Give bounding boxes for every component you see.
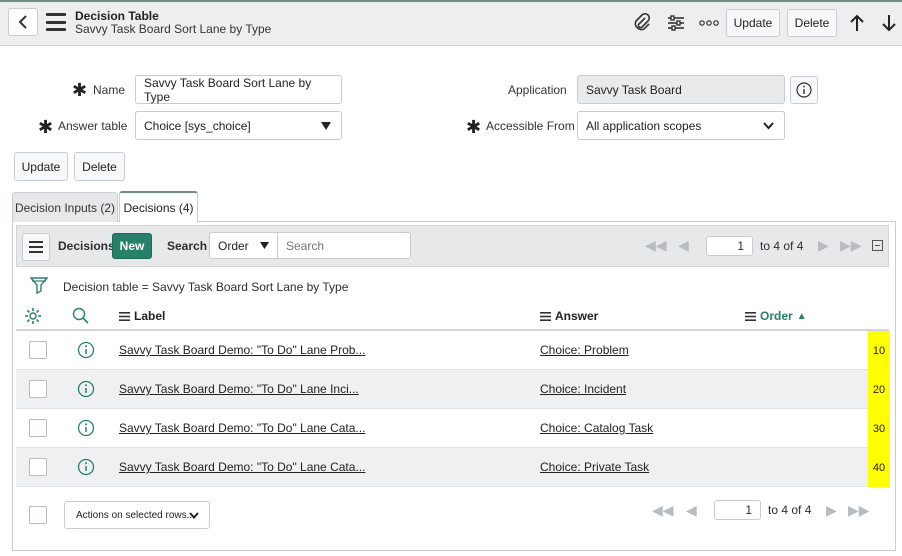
application-label: Application (508, 83, 567, 97)
column-answer-header[interactable]: Answer (540, 309, 598, 323)
application-info-button[interactable] (790, 76, 818, 104)
row-order-value: 40 (868, 448, 890, 487)
answer-table-select[interactable]: Choice [sys_choice] (135, 111, 342, 140)
row-answer-link[interactable]: Choice: Catalog Task (540, 421, 653, 435)
row-label-link[interactable]: Savvy Task Board Demo: "To Do" Lane Prob… (119, 343, 365, 357)
search-field-value: Order (218, 238, 249, 253)
back-button[interactable] (8, 8, 38, 36)
actions-select[interactable]: Actions on selected rows... (64, 501, 210, 529)
list-context-menu-button[interactable] (22, 233, 50, 261)
form-update-button[interactable]: Update (14, 152, 68, 181)
column-answer-text: Answer (555, 309, 599, 323)
footer-previous-page-icon[interactable]: ◀ (686, 502, 697, 519)
row-checkbox[interactable] (29, 380, 47, 398)
arrow-down-icon[interactable] (878, 12, 900, 34)
column-menu-icon (540, 311, 551, 321)
accessible-from-value: All application scopes (586, 118, 702, 133)
paperclip-icon[interactable] (631, 12, 653, 34)
required-icon: ✱ (72, 80, 88, 100)
footer-last-page-icon[interactable]: ▶▶ (848, 502, 870, 519)
chevron-left-icon (18, 15, 27, 29)
footer-page-number-input[interactable]: 1 (714, 500, 761, 520)
row-info-icon[interactable] (77, 380, 95, 401)
page-range: to 4 of 4 (760, 239, 804, 253)
row-order-value: 10 (868, 331, 890, 370)
page-title: Decision Table (75, 9, 159, 23)
tab-decisions[interactable]: Decisions (4) (119, 191, 198, 222)
name-field[interactable]: Savvy Task Board Sort Lane by Type (135, 75, 342, 104)
row-checkbox[interactable] (29, 341, 47, 359)
caret-down-icon (260, 242, 269, 249)
accessible-from-select[interactable]: All application scopes (577, 111, 785, 140)
search-field-select[interactable]: Order (209, 232, 278, 259)
row-answer-link[interactable]: Choice: Incident (540, 382, 626, 396)
row-order-value: 30 (868, 409, 890, 448)
page-number-input[interactable]: 1 (706, 236, 753, 256)
search-icon[interactable] (72, 307, 90, 328)
footer-next-page-icon[interactable]: ▶ (826, 502, 837, 519)
required-icon: ✱ (38, 117, 54, 137)
column-order-text: Order (760, 309, 793, 323)
search-input[interactable] (277, 232, 411, 259)
form-delete-button[interactable]: Delete (74, 152, 125, 181)
header-update-button[interactable]: Update (726, 9, 780, 37)
column-menu-icon (119, 311, 130, 321)
column-label-header[interactable]: Label (119, 309, 165, 323)
row-label-link[interactable]: Savvy Task Board Demo: "To Do" Lane Cata… (119, 421, 365, 435)
filter-breadcrumb[interactable]: Decision table = Savvy Task Board Sort L… (63, 280, 348, 294)
required-icon: ✱ (466, 117, 482, 137)
chevron-down-icon (189, 512, 199, 519)
chevron-down-icon (763, 122, 774, 130)
row-checkbox[interactable] (29, 419, 47, 437)
first-page-icon[interactable]: ◀◀ (645, 237, 667, 254)
answer-table-value: Choice [sys_choice] (144, 118, 251, 133)
column-label-text: Label (134, 309, 166, 323)
info-icon (796, 82, 812, 98)
arrow-up-icon[interactable] (846, 12, 868, 34)
application-field: Savvy Task Board (577, 75, 785, 104)
new-button[interactable]: New (112, 233, 152, 259)
row-info-icon[interactable] (77, 458, 95, 479)
collapse-icon[interactable] (872, 240, 883, 251)
row-answer-link[interactable]: Choice: Problem (540, 343, 629, 357)
select-all-checkbox[interactable] (29, 506, 47, 524)
caret-down-icon (321, 122, 331, 130)
row-info-icon[interactable] (77, 419, 95, 440)
actions-select-value: Actions on selected rows... (76, 509, 195, 521)
sort-ascending-icon: ▲ (796, 310, 807, 322)
accessible-from-label: Accessible From (486, 119, 575, 133)
list-title: Decisions (58, 239, 115, 253)
column-menu-icon (745, 311, 756, 321)
header-delete-button[interactable]: Delete (787, 9, 837, 37)
footer-first-page-icon[interactable]: ◀◀ (652, 502, 674, 519)
gear-icon[interactable] (24, 307, 42, 328)
settings-sliders-icon[interactable] (665, 12, 687, 34)
hamburger-menu-icon[interactable] (46, 13, 66, 31)
row-label-link[interactable]: Savvy Task Board Demo: "To Do" Lane Inci… (119, 382, 359, 396)
row-info-icon[interactable] (77, 341, 95, 362)
row-checkbox[interactable] (29, 458, 47, 476)
page-subtitle: Savvy Task Board Sort Lane by Type (75, 22, 272, 36)
search-label: Search (167, 239, 208, 253)
previous-page-icon[interactable]: ◀ (678, 237, 689, 254)
hamburger-icon (29, 241, 43, 253)
next-page-icon[interactable]: ▶ (818, 237, 829, 254)
footer-page-range: to 4 of 4 (768, 503, 812, 517)
filter-icon[interactable] (29, 276, 49, 297)
row-answer-link[interactable]: Choice: Private Task (540, 460, 649, 474)
row-label-link[interactable]: Savvy Task Board Demo: "To Do" Lane Cata… (119, 460, 365, 474)
column-order-header[interactable]: Order ▲ (745, 309, 807, 323)
more-options-icon[interactable] (697, 12, 721, 34)
answer-table-label: Answer table (58, 119, 128, 133)
last-page-icon[interactable]: ▶▶ (840, 237, 862, 254)
row-order-value: 20 (868, 370, 890, 409)
tab-decision-inputs[interactable]: Decision Inputs (2) (12, 192, 118, 222)
name-label: Name (93, 83, 126, 97)
